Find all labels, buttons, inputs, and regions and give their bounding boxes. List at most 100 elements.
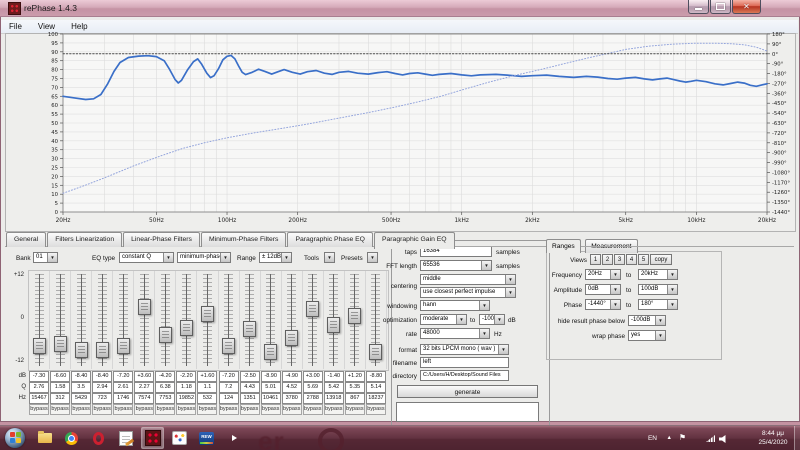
- minimize-button[interactable]: [688, 0, 709, 14]
- eq-hz-value[interactable]: 2788: [302, 393, 323, 404]
- language-indicator[interactable]: EN: [648, 435, 657, 442]
- eq-db-value[interactable]: -1.40: [323, 371, 344, 382]
- eq-hz-value[interactable]: 723: [92, 393, 113, 404]
- eq-db-value[interactable]: -4.20: [155, 371, 176, 382]
- view-button-1[interactable]: 1: [590, 254, 601, 265]
- view-button-2[interactable]: 2: [602, 254, 613, 265]
- close-button[interactable]: ✕: [732, 0, 761, 14]
- eq-hz-value[interactable]: 18237: [365, 393, 386, 404]
- speaker-icon[interactable]: [719, 435, 726, 443]
- eq-q-value[interactable]: 1.18: [176, 382, 197, 393]
- eq-bypass-toggle[interactable]: bypass: [344, 404, 365, 415]
- optimization-db-select[interactable]: -100 ▼: [479, 314, 505, 325]
- taskbar-rew[interactable]: REW: [195, 427, 218, 449]
- eq-type-select[interactable]: constant Q ▼: [119, 252, 174, 263]
- eq-gain-slider-handle[interactable]: [222, 337, 236, 354]
- eq-q-value[interactable]: 5.01: [260, 382, 281, 393]
- clock[interactable]: 8:44 μμ 25/4/2020: [750, 429, 796, 447]
- eq-hz-value[interactable]: 1351: [239, 393, 260, 404]
- eq-bypass-toggle[interactable]: bypass: [260, 404, 281, 415]
- eq-gain-slider-handle[interactable]: [179, 319, 193, 336]
- eq-db-value[interactable]: -7.30: [29, 371, 49, 382]
- eq-hz-value[interactable]: 13918: [323, 393, 344, 404]
- taskbar-notepad[interactable]: [114, 427, 137, 449]
- eq-bypass-toggle[interactable]: bypass: [323, 404, 344, 415]
- eq-bypass-toggle[interactable]: bypass: [281, 404, 302, 415]
- windowing-select[interactable]: hann ▼: [420, 300, 490, 311]
- eq-hz-value[interactable]: 124: [218, 393, 239, 404]
- eq-db-value[interactable]: +3.00: [302, 371, 323, 382]
- eq-db-value[interactable]: +3.60: [134, 371, 155, 382]
- response-chart[interactable]: 0 5 10 15 20 25 30 35 40 45 50 55 60 65 70 75 80 85 90 95 10…: [2, 32, 798, 232]
- eq-db-value[interactable]: -8.90: [260, 371, 281, 382]
- eq-gain-slider-handle[interactable]: [158, 327, 172, 344]
- eq-db-value[interactable]: -8.40: [71, 371, 92, 382]
- eq-bypass-toggle[interactable]: bypass: [92, 404, 113, 415]
- optimization-select[interactable]: moderate ▼: [420, 314, 467, 325]
- wrap-phase-select[interactable]: yes ▼: [628, 330, 666, 341]
- eq-q-value[interactable]: 2.27: [134, 382, 155, 393]
- frequency-to-select[interactable]: 20kHz ▼: [638, 269, 678, 280]
- title-bar[interactable]: rePhase 1.4.3 ✕: [0, 0, 800, 17]
- eq-hz-value[interactable]: 312: [50, 393, 71, 404]
- start-button[interactable]: [5, 428, 25, 448]
- eq-db-value[interactable]: -2.50: [239, 371, 260, 382]
- eq-db-value[interactable]: -7.20: [218, 371, 239, 382]
- tab-paragraphic-gain-eq[interactable]: Paragraphic Gain EQ: [373, 232, 455, 249]
- eq-bypass-toggle[interactable]: bypass: [50, 404, 71, 415]
- eq-gain-slider-handle[interactable]: [53, 335, 67, 352]
- hide-result-phase-select[interactable]: -100dB ▼: [628, 315, 666, 326]
- eq-hz-value[interactable]: 15467: [29, 393, 49, 404]
- tab-minimum-phase-filters[interactable]: Minimum-Phase Filters: [200, 232, 287, 247]
- rate-select[interactable]: 48000 ▼: [420, 328, 490, 339]
- eq-phase-select[interactable]: minimum-phase ▼: [177, 252, 231, 263]
- view-button-copy[interactable]: copy: [650, 254, 672, 265]
- eq-q-value[interactable]: 5.42: [323, 382, 344, 393]
- network-icon[interactable]: [706, 435, 715, 442]
- eq-db-value[interactable]: -4.90: [281, 371, 302, 382]
- eq-hz-value[interactable]: 5429: [71, 393, 92, 404]
- eq-bypass-toggle[interactable]: bypass: [239, 404, 260, 415]
- eq-q-value[interactable]: 6.38: [155, 382, 176, 393]
- amplitude-from-select[interactable]: 0dB ▼: [585, 284, 621, 295]
- restore-button[interactable]: [710, 0, 731, 14]
- eq-gain-slider-handle[interactable]: [116, 337, 130, 354]
- taskbar-chrome[interactable]: [60, 427, 83, 449]
- eq-gain-slider-handle[interactable]: [200, 306, 214, 323]
- eq-hz-value[interactable]: 1746: [113, 393, 134, 404]
- eq-db-value[interactable]: -2.20: [176, 371, 197, 382]
- eq-hz-value[interactable]: 7574: [134, 393, 155, 404]
- eq-gain-slider-handle[interactable]: [243, 320, 257, 337]
- eq-gain-slider-handle[interactable]: [74, 342, 88, 359]
- taskbar-paint[interactable]: [168, 427, 191, 449]
- view-button-5[interactable]: 5: [638, 254, 649, 265]
- eq-q-value[interactable]: 3.5: [71, 382, 92, 393]
- eq-q-value[interactable]: 5.14: [365, 382, 386, 393]
- tools-menu-button[interactable]: ▼: [324, 252, 335, 263]
- tab-filters-linearization[interactable]: Filters Linearization: [47, 232, 123, 247]
- eq-bypass-toggle[interactable]: bypass: [29, 404, 49, 415]
- taskbar-explorer[interactable]: [33, 427, 56, 449]
- eq-gain-slider-handle[interactable]: [264, 343, 278, 360]
- eq-bypass-toggle[interactable]: bypass: [155, 404, 176, 415]
- eq-bypass-toggle[interactable]: bypass: [134, 404, 155, 415]
- bank-select[interactable]: 01 ▼: [33, 252, 58, 263]
- eq-db-value[interactable]: +1.60: [197, 371, 218, 382]
- eq-hz-value[interactable]: 19852: [176, 393, 197, 404]
- eq-hz-value[interactable]: 3780: [281, 393, 302, 404]
- ranges-tab-ranges[interactable]: Ranges: [546, 239, 581, 253]
- eq-gain-slider-handle[interactable]: [285, 329, 299, 346]
- tab-general[interactable]: General: [6, 232, 47, 247]
- output-log-box[interactable]: [396, 402, 539, 422]
- generate-button[interactable]: generate: [397, 385, 538, 398]
- phase-from-select[interactable]: -1440° ▼: [585, 299, 621, 310]
- filename-input[interactable]: left: [420, 357, 509, 368]
- eq-bypass-toggle[interactable]: bypass: [365, 404, 386, 415]
- tab-paragraphic-phase-eq[interactable]: Paragraphic Phase EQ: [287, 232, 373, 247]
- view-button-3[interactable]: 3: [614, 254, 625, 265]
- eq-bypass-toggle[interactable]: bypass: [71, 404, 92, 415]
- directory-input[interactable]: C:/Users/H/Desktop/Sound Files: [420, 370, 509, 381]
- eq-q-value[interactable]: 1.58: [50, 382, 71, 393]
- eq-gain-slider-handle[interactable]: [95, 342, 109, 359]
- eq-gain-slider-handle[interactable]: [327, 317, 341, 334]
